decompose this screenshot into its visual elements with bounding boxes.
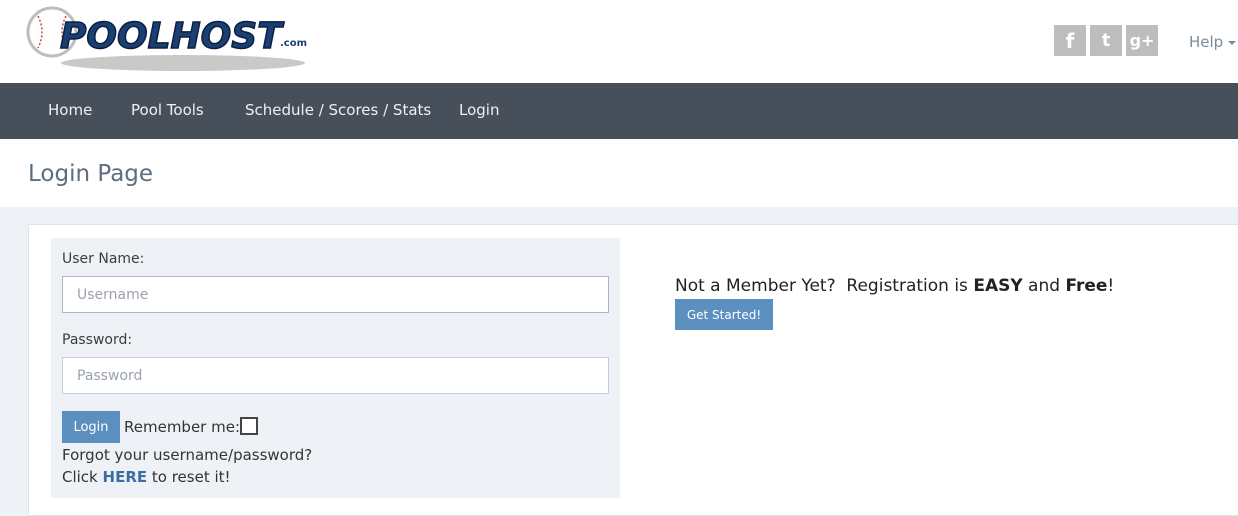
facebook-icon[interactable]: f — [1054, 25, 1086, 56]
google-plus-icon[interactable]: g+ — [1126, 25, 1158, 56]
username-input[interactable] — [62, 276, 609, 313]
login-button[interactable]: Login — [62, 411, 120, 443]
page-title-bar: Login Page — [0, 139, 1238, 207]
main-navbar: Home Pool Tools Schedule / Scores / Stat… — [0, 83, 1238, 139]
poolhost-logo[interactable]: POOLHOST .com — [26, 4, 311, 80]
logo-text: POOLHOST — [60, 16, 284, 57]
page-title: Login Page — [28, 161, 154, 187]
logo-suffix: .com — [280, 38, 307, 49]
registration-prompt: Not a Member Yet? Registration is EASY a… — [675, 276, 1115, 296]
reset-instructions: Click HERE to reset it! — [62, 468, 231, 486]
twitter-icon[interactable]: t — [1090, 25, 1122, 56]
nav-item-login[interactable]: Login — [459, 101, 499, 119]
help-label: Help — [1189, 33, 1224, 51]
help-menu[interactable]: Help — [1189, 33, 1237, 51]
nav-item-pool-tools[interactable]: Pool Tools — [131, 101, 204, 119]
password-label: Password: — [62, 332, 133, 348]
get-started-button[interactable]: Get Started! — [675, 299, 773, 330]
nav-item-schedule-scores-stats[interactable]: Schedule / Scores / Stats — [245, 101, 431, 119]
username-label: User Name: — [62, 251, 145, 267]
nav-item-home[interactable]: Home — [48, 101, 92, 119]
forgot-credentials-text: Forgot your username/password? — [62, 446, 313, 464]
remember-me-checkbox[interactable] — [240, 417, 258, 435]
caret-down-icon — [1228, 40, 1237, 45]
password-input[interactable] — [62, 357, 609, 394]
site-header: POOLHOST .com f t g+ Help — [0, 0, 1238, 83]
remember-me-label: Remember me: — [124, 418, 241, 436]
reset-here-link[interactable]: HERE — [103, 468, 148, 486]
